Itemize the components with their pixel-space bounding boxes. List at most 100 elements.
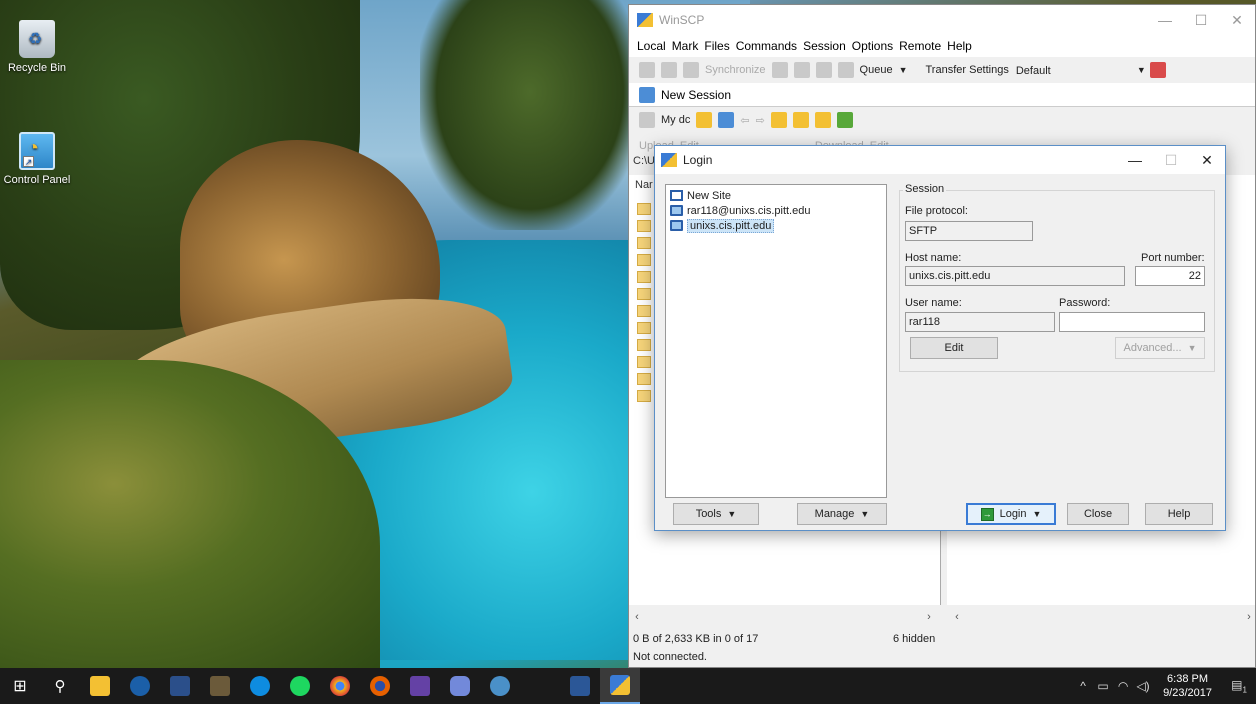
refresh-icon[interactable] — [836, 112, 853, 128]
horizontal-scrollbar[interactable]: ‹ › ‹ › — [629, 611, 1256, 627]
folder-icon[interactable] — [637, 356, 651, 368]
notification-icon[interactable]: ▤1 — [1222, 678, 1256, 694]
chevron-down-icon[interactable]: ▼ — [1033, 509, 1042, 519]
close-icon[interactable]: ✕ — [1219, 12, 1255, 29]
scroll-right-icon[interactable]: › — [1241, 611, 1256, 627]
minimize-icon[interactable]: — — [1117, 152, 1153, 168]
taskbar-discord[interactable] — [440, 668, 480, 704]
connect-icon[interactable] — [1149, 62, 1166, 78]
taskbar-word[interactable] — [560, 668, 600, 704]
site-item-new-site[interactable]: New Site — [670, 188, 882, 203]
user-name-input[interactable]: rar118 — [905, 312, 1055, 332]
taskbar-app-browser[interactable] — [480, 668, 520, 704]
folder-icon[interactable] — [637, 322, 651, 334]
shortcut-arrow-icon: ↗ — [23, 156, 34, 167]
search-button[interactable]: ⚲ — [40, 668, 80, 704]
menu-help[interactable]: Help — [947, 39, 972, 53]
clock-date: 9/23/2017 — [1163, 687, 1212, 699]
host-name-input[interactable]: unixs.cis.pitt.edu — [905, 266, 1125, 286]
taskbar-spotify[interactable] — [280, 668, 320, 704]
preferences-icon[interactable] — [815, 62, 832, 78]
maximize-icon[interactable]: ☐ — [1183, 12, 1219, 29]
desktop-icon-control-panel[interactable]: ↗ Control Panel — [2, 132, 72, 186]
minimize-icon[interactable]: — — [1147, 12, 1183, 28]
local-path-dropdown[interactable]: My dc — [661, 114, 690, 126]
folder-icon[interactable] — [637, 339, 651, 351]
port-number-input[interactable]: 22 — [1135, 266, 1205, 286]
menu-options[interactable]: Options — [852, 39, 893, 53]
chevron-up-icon[interactable]: ^ — [1073, 679, 1093, 693]
terminal-icon[interactable] — [793, 62, 810, 78]
close-icon[interactable]: ✕ — [1189, 152, 1225, 169]
forward-icon[interactable]: ⇨ — [756, 114, 765, 127]
start-button[interactable]: ⊞ — [0, 668, 40, 704]
folder-icon[interactable] — [637, 220, 651, 232]
tools-button[interactable]: Tools ▼ — [673, 503, 759, 525]
name-column-header[interactable]: Nar — [635, 179, 653, 191]
chevron-down-icon[interactable]: ▼ — [899, 65, 908, 75]
wifi-icon[interactable]: ◠ — [1113, 679, 1133, 693]
tab-new-session[interactable]: New Session — [661, 88, 731, 102]
clock[interactable]: 6:38 PM 9/23/2017 — [1163, 672, 1212, 700]
compare-icon[interactable] — [639, 62, 655, 78]
taskbar-chrome[interactable] — [320, 668, 360, 704]
close-button[interactable]: Close — [1067, 503, 1129, 525]
taskbar-winscp[interactable] — [600, 668, 640, 704]
folder-icon[interactable] — [637, 305, 651, 317]
parent-dir-icon[interactable] — [770, 112, 787, 128]
taskbar-steam[interactable] — [120, 668, 160, 704]
home-icon[interactable] — [814, 112, 831, 128]
menu-session[interactable]: Session — [803, 39, 846, 53]
login-button[interactable]: → Login ▼ — [966, 503, 1056, 525]
menu-commands[interactable]: Commands — [736, 39, 797, 53]
folder-icon[interactable] — [637, 271, 651, 283]
menu-local[interactable]: Local — [637, 39, 666, 53]
edit-button[interactable]: Edit — [910, 337, 998, 359]
folder-icon[interactable] — [637, 203, 651, 215]
menu-files[interactable]: Files — [704, 39, 729, 53]
console-icon[interactable] — [771, 62, 788, 78]
password-input[interactable] — [1059, 312, 1205, 332]
folder-icon[interactable] — [637, 288, 651, 300]
login-titlebar[interactable]: Login — ☐ ✕ — [655, 146, 1225, 174]
scroll-left-icon[interactable]: ‹ — [629, 611, 645, 627]
folder-icon[interactable] — [637, 373, 651, 385]
edit-button-label: Edit — [944, 342, 964, 354]
chevron-down-icon[interactable]: ▼ — [1137, 65, 1146, 75]
menu-remote[interactable]: Remote — [899, 39, 941, 53]
taskbar-explorer[interactable] — [80, 668, 120, 704]
back-icon[interactable]: ⇦ — [740, 114, 749, 127]
scroll-left-icon[interactable]: ‹ — [949, 611, 965, 627]
search-icon: ⚲ — [54, 678, 66, 695]
taskbar-app-blue[interactable] — [160, 668, 200, 704]
folder-icon[interactable] — [637, 390, 651, 402]
help-button[interactable]: Help — [1145, 503, 1213, 525]
find-icon[interactable] — [661, 62, 677, 78]
windows-logo-icon: ⊞ — [13, 678, 27, 695]
site-item-rar118[interactable]: rar118@unixs.cis.pitt.edu — [670, 203, 882, 218]
queue-button[interactable]: Queue — [860, 64, 893, 76]
folder-icon[interactable] — [637, 254, 651, 266]
site-item-unixs[interactable]: unixs.cis.pitt.edu — [670, 218, 882, 233]
scroll-right-icon[interactable]: › — [921, 611, 937, 627]
taskbar-twitch[interactable] — [400, 668, 440, 704]
file-protocol-select[interactable]: SFTP — [905, 221, 1033, 241]
desktop-icon-recycle-bin[interactable]: Recycle Bin — [2, 20, 72, 74]
panel-toolbar: My dc ⇦ ⇨ — [629, 107, 1255, 133]
word-icon — [570, 676, 590, 696]
menu-mark[interactable]: Mark — [672, 39, 699, 53]
folder-open-icon[interactable] — [696, 112, 713, 128]
manage-button[interactable]: Manage ▼ — [797, 503, 887, 525]
filter-icon[interactable] — [718, 112, 735, 128]
taskbar-firefox[interactable] — [360, 668, 400, 704]
battery-icon[interactable]: ▭ — [1093, 679, 1113, 693]
synchronize-button[interactable]: Synchronize — [705, 64, 766, 76]
folder-icon[interactable] — [637, 237, 651, 249]
advanced-button: Advanced... ▼ — [1115, 337, 1205, 359]
taskbar-skype[interactable] — [240, 668, 280, 704]
volume-icon[interactable]: ◁) — [1133, 679, 1153, 693]
transfer-settings-select[interactable]: Default — [1013, 61, 1133, 79]
winscp-titlebar[interactable]: WinSCP — ☐ ✕ — [629, 5, 1255, 35]
root-dir-icon[interactable] — [792, 112, 809, 128]
taskbar-app-archive[interactable] — [200, 668, 240, 704]
